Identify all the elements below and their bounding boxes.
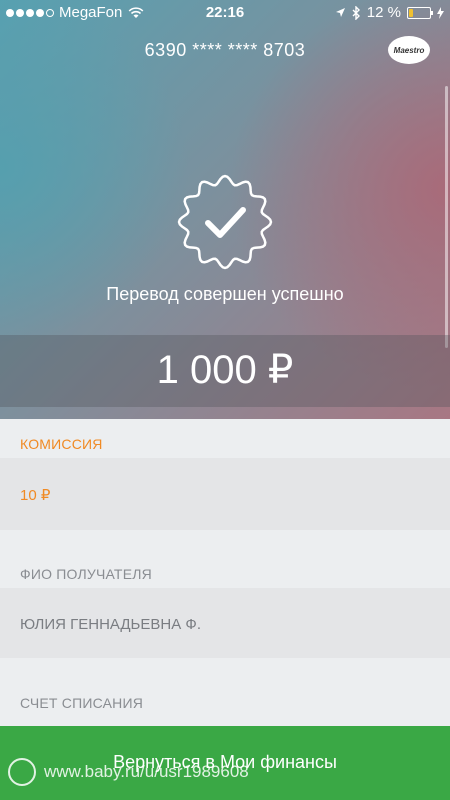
- transfer-amount: 1 000 ₽: [156, 348, 294, 392]
- battery-icon: [407, 6, 433, 19]
- recipient-label: ФИО ПОЛУЧАТЕЛЯ: [20, 566, 152, 582]
- charging-bolt-icon: [437, 6, 444, 19]
- debit-account-label: СЧЕТ СПИСАНИЯ: [20, 695, 144, 711]
- success-check-badge-icon: [177, 174, 273, 270]
- commission-row: 10 ₽: [0, 458, 450, 530]
- status-right: 12 %: [335, 4, 444, 21]
- status-bar: MegaFon 22:16 12 %: [0, 0, 450, 24]
- watermark-text: www.baby.ru/u/usr1989608: [44, 762, 249, 781]
- commission-value: 10 ₽: [20, 487, 51, 504]
- success-message: Перевод совершен успешно: [106, 284, 344, 304]
- recipient-row: ЮЛИЯ ГЕННАДЬЕВНА Ф.: [0, 588, 450, 658]
- card-number: 6390 **** **** 8703: [144, 40, 306, 60]
- baby-face-icon: [8, 758, 36, 786]
- amount-band: 1 000 ₽: [0, 335, 450, 407]
- bluetooth-icon: [352, 5, 360, 20]
- commission-label: КОМИССИЯ: [20, 436, 103, 452]
- scroll-indicator: [445, 86, 448, 348]
- recipient-value: ЮЛИЯ ГЕННАДЬЕВНА Ф.: [20, 616, 201, 633]
- battery-percent: 12 %: [366, 4, 401, 21]
- watermark: www.baby.ru/u/usr1989608: [8, 758, 249, 786]
- location-arrow-icon: [335, 8, 345, 17]
- maestro-logo: Maestro: [388, 36, 430, 64]
